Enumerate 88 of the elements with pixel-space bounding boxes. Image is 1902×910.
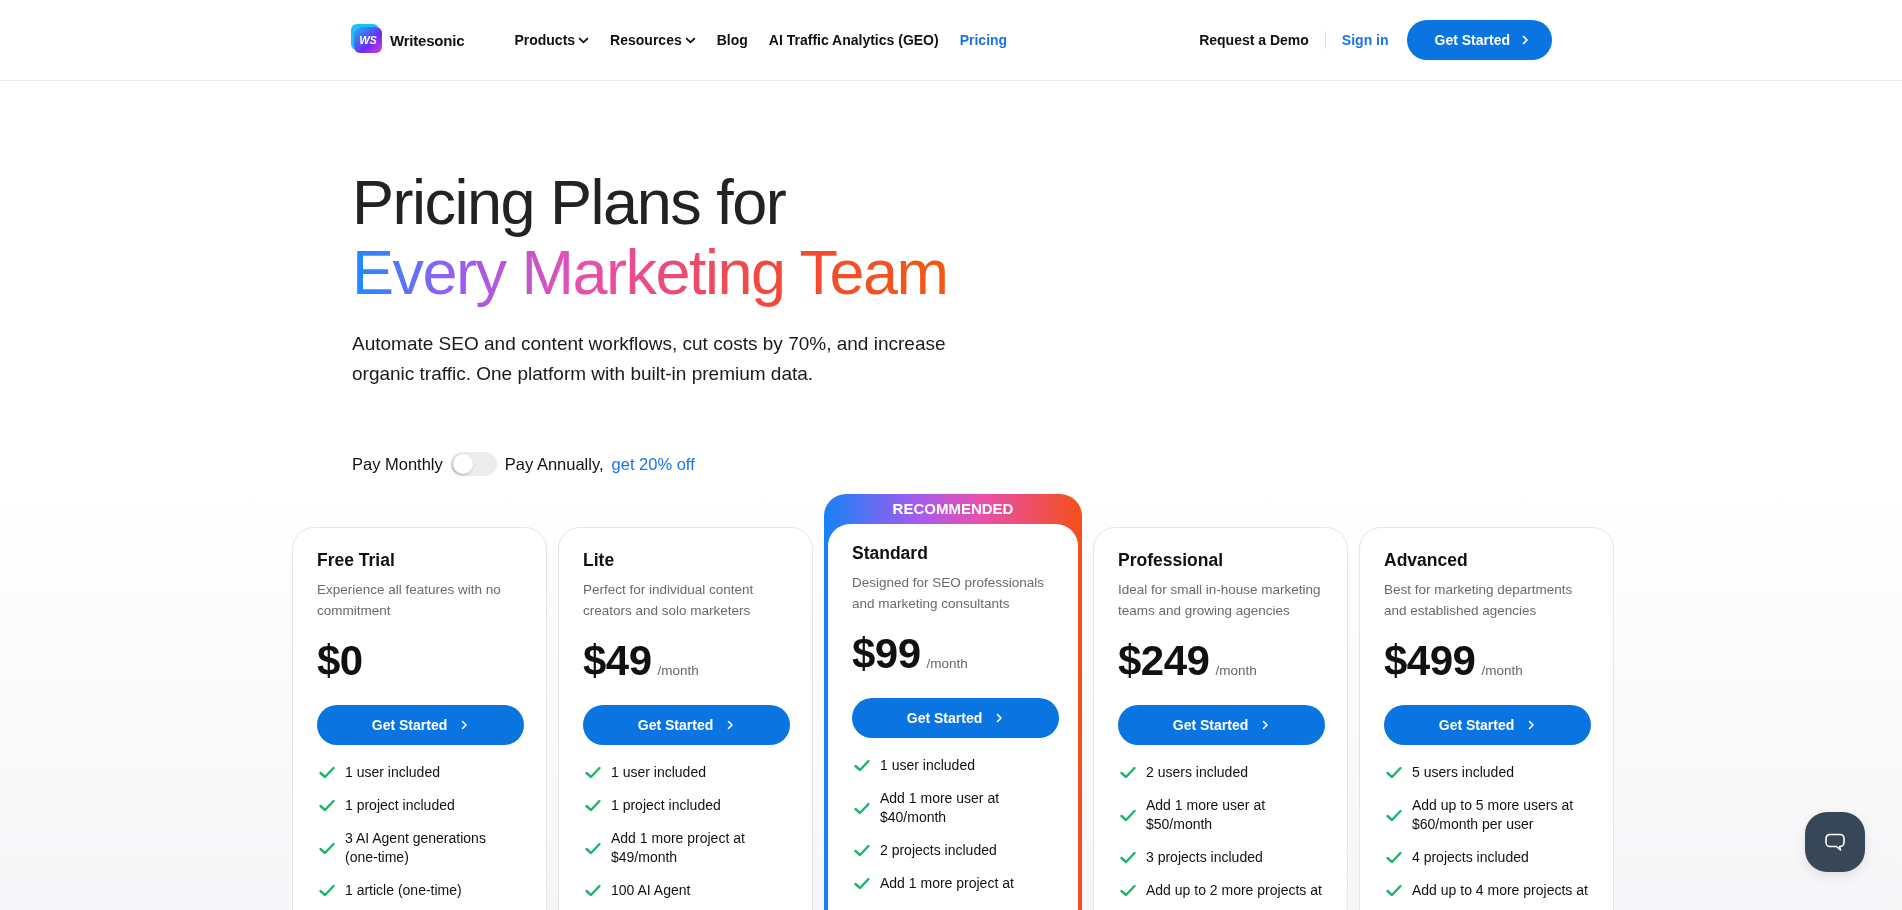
feature-text: 1 user included (880, 756, 975, 775)
get-started-button[interactable]: Get Started (317, 705, 524, 745)
request-demo-link[interactable]: Request a Demo (1199, 32, 1309, 48)
check-icon (585, 884, 601, 897)
check-icon (1120, 884, 1136, 897)
sign-in-link[interactable]: Sign in (1341, 32, 1389, 48)
get-started-button[interactable]: Get Started (1406, 20, 1552, 60)
price-period: /month (1215, 663, 1257, 678)
plan-price: $0 (317, 637, 363, 685)
check-icon (319, 799, 335, 812)
feature-text: 1 project included (611, 796, 721, 815)
check-icon (319, 884, 335, 897)
hero-title: Pricing Plans for (352, 167, 786, 237)
check-icon (1386, 808, 1402, 822)
feature-text: Add up to 2 more projects at (1146, 881, 1322, 900)
monthly-label: Pay Monthly (352, 454, 443, 474)
plan-price: $249 (1118, 637, 1210, 685)
check-icon (585, 766, 601, 779)
check-icon (1386, 884, 1402, 897)
plan-price: $99 (852, 630, 921, 678)
price-period: /month (657, 663, 699, 678)
price-period: /month (926, 656, 968, 671)
plan-name: Free Trial (317, 550, 396, 571)
feature-text: 3 projects included (1146, 848, 1263, 867)
feature-text: 1 article (one-time) (345, 881, 462, 900)
plan-price: $49 (583, 637, 652, 685)
check-icon (854, 801, 870, 815)
check-icon (1386, 851, 1402, 864)
feature-text: Add up to 5 more users at $60/month per user (1412, 796, 1575, 834)
chat-button[interactable] (1805, 812, 1865, 872)
hero-subtitle: Automate SEO and content workflows, cut costs by 70%, and increase organic traffic. One platform with built-in premium data. (352, 332, 947, 386)
feature-text: 1 project included (345, 796, 455, 815)
feature-text: 100 AI Agent (611, 881, 691, 900)
feature-text: 3 AI Agent generations (one-time) (345, 829, 487, 867)
recommended-label: RECOMMENDED (891, 499, 1015, 519)
check-icon (585, 799, 601, 812)
brand-name[interactable]: Writesonic (390, 31, 465, 49)
plan-name: Advanced (1384, 550, 1469, 571)
nav-link[interactable]: Pricing (959, 32, 1008, 48)
feature-text: Add 1 more project at (880, 874, 1014, 893)
check-icon (1120, 808, 1136, 822)
check-icon (1386, 766, 1402, 779)
discount-link[interactable]: get 20% off (611, 454, 695, 474)
feature-text: 2 projects included (880, 841, 997, 860)
feature-text: 5 users included (1412, 763, 1514, 782)
feature-text: Add 1 more user at $40/month (880, 789, 1001, 827)
nav-link[interactable]: Resources (610, 32, 696, 48)
get-started-button[interactable]: Get Started (1384, 705, 1591, 745)
plan-price: $499 (1384, 637, 1476, 685)
check-icon (1120, 766, 1136, 779)
plan-description: Experience all features with no commitment (317, 581, 502, 620)
feature-text: Add up to 4 more projects at (1412, 881, 1588, 900)
logo-icon[interactable]: WS (354, 27, 382, 53)
nav-link[interactable]: Products (514, 32, 590, 48)
plan-name: Lite (583, 550, 616, 571)
annual-label: Pay Annually, (504, 454, 604, 474)
get-started-button[interactable]: Get Started (583, 705, 790, 745)
billing-toggle[interactable] (450, 452, 497, 476)
nav-link[interactable]: Blog (716, 32, 748, 48)
plan-name: Professional (1118, 550, 1225, 571)
chevron-icon (725, 720, 736, 730)
plan-description: Designed for SEO professionals and marketing consultants (852, 574, 1046, 613)
plan-description: Best for marketing departments and established agencies (1384, 581, 1574, 620)
get-started-button[interactable]: Get Started (1118, 705, 1325, 745)
check-icon (854, 877, 870, 890)
chevron-icon (1526, 720, 1537, 730)
chevron-icon (994, 713, 1005, 723)
check-icon (319, 841, 335, 855)
check-icon (1120, 851, 1136, 864)
check-icon (854, 759, 870, 772)
nav-link[interactable]: AI Traffic Analytics (GEO) (768, 32, 939, 48)
check-icon (854, 844, 870, 857)
feature-text: 4 projects included (1412, 848, 1529, 867)
price-period: /month (1481, 663, 1523, 678)
feature-text: 1 user included (611, 763, 706, 782)
chevron-icon (1520, 35, 1530, 45)
plan-description: Ideal for small in-house marketing teams and growing agencies (1118, 581, 1322, 620)
get-started-button[interactable]: Get Started (852, 698, 1059, 738)
feature-text: 2 users included (1146, 763, 1248, 782)
feature-text: 1 user included (345, 763, 440, 782)
check-icon (585, 841, 601, 855)
check-icon (319, 766, 335, 779)
plan-name: Standard (852, 543, 929, 564)
feature-text: Add 1 more user at $50/month (1146, 796, 1267, 834)
plan-description: Perfect for individual content creators and solo marketers (583, 581, 755, 620)
chevron-icon (459, 720, 470, 730)
chevron-icon (1260, 720, 1271, 730)
feature-text: Add 1 more project at $49/month (611, 829, 746, 867)
